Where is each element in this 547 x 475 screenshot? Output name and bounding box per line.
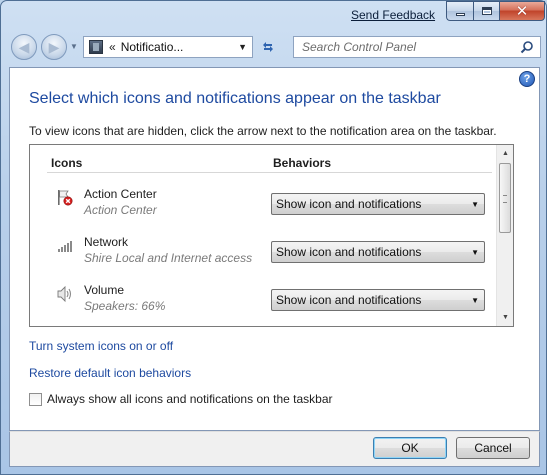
control-panel-icon (89, 40, 103, 54)
address-text: Notificatio... (120, 40, 184, 54)
scrollbar-thumb[interactable] (499, 163, 511, 233)
network-bars-icon (56, 237, 74, 255)
behavior-select-value: Show icon and notifications (276, 197, 422, 211)
help-icon[interactable]: ? (519, 71, 535, 87)
behavior-select-value: Show icon and notifications (276, 293, 422, 307)
content-pane: ? Select which icons and notifications a… (9, 67, 540, 431)
address-dropdown-icon[interactable]: ▼ (238, 42, 247, 52)
list-item-description: Action Center (84, 203, 157, 217)
window-frame: Send Feedback ✕ ◀ ▶ ▼ « Notificatio... ▼ (0, 0, 547, 475)
speaker-icon (56, 285, 74, 303)
action-center-flag-icon (56, 189, 74, 207)
list-item-description: Speakers: 66% (84, 299, 166, 313)
search-box[interactable] (293, 36, 541, 58)
forward-arrow-icon: ▶ (48, 38, 60, 55)
maximize-icon (481, 7, 492, 15)
always-show-checkbox[interactable] (29, 392, 42, 406)
navigation-bar: ◀ ▶ ▼ « Notificatio... ▼ (9, 33, 541, 61)
address-bar[interactable]: « Notificatio... ▼ (83, 36, 253, 58)
behavior-select-value: Show icon and notifications (276, 245, 422, 259)
list-item-name: Network (84, 235, 129, 249)
forward-button[interactable]: ▶ (41, 34, 67, 60)
behavior-select[interactable]: Show icon and notifications ▼ (271, 193, 485, 215)
behaviors-column-header: Behaviors (273, 156, 332, 170)
dialog-footer: OK Cancel (9, 431, 540, 467)
caption-buttons: ✕ (446, 1, 545, 22)
chevron-down-icon: ▼ (471, 199, 479, 209)
list-item-network: Network Shire Local and Internet access … (30, 235, 500, 283)
refresh-button[interactable] (257, 36, 279, 58)
icons-column-header: Icons (51, 156, 83, 170)
page-title: Select which icons and notifications app… (29, 90, 441, 107)
list-item-name: Action Center (84, 187, 157, 201)
send-feedback-link[interactable]: Send Feedback (351, 8, 435, 22)
notification-icons-list: Icons Behaviors Action Center Action Cen… (29, 144, 514, 327)
back-button[interactable]: ◀ (11, 34, 37, 60)
search-icon[interactable] (520, 40, 540, 54)
close-icon: ✕ (515, 2, 529, 20)
scroll-down-icon[interactable]: ▼ (497, 309, 513, 326)
behavior-select[interactable]: Show icon and notifications ▼ (271, 289, 485, 311)
list-item-description: Shire Local and Internet access (84, 251, 253, 265)
always-show-option[interactable]: Always show all icons and notifications … (29, 392, 333, 406)
search-input[interactable] (302, 40, 520, 54)
turn-system-icons-link[interactable]: Turn system icons on or off (29, 339, 173, 353)
list-scrollbar[interactable]: ▲ ▼ (496, 145, 513, 326)
address-overflow-chevron[interactable]: « (109, 40, 116, 54)
chevron-down-icon: ▼ (471, 295, 479, 305)
header-divider (47, 172, 492, 173)
list-item-name: Volume (84, 283, 125, 297)
close-button[interactable]: ✕ (499, 1, 545, 21)
cancel-button[interactable]: Cancel (456, 437, 530, 459)
behavior-select[interactable]: Show icon and notifications ▼ (271, 241, 485, 263)
recent-pages-dropdown-icon[interactable]: ▼ (70, 42, 78, 51)
back-arrow-icon: ◀ (18, 38, 30, 55)
maximize-button[interactable] (473, 1, 499, 21)
minimize-button[interactable] (446, 1, 473, 21)
list-item-action-center: Action Center Action Center Show icon an… (30, 187, 500, 235)
list-item-volume: Volume Speakers: 66% Show icon and notif… (30, 283, 500, 326)
restore-defaults-link[interactable]: Restore default icon behaviors (29, 366, 191, 380)
always-show-label[interactable]: Always show all icons and notifications … (47, 392, 333, 406)
scroll-up-icon[interactable]: ▲ (497, 145, 513, 162)
refresh-icon (263, 42, 273, 52)
minimize-icon (455, 12, 465, 16)
ok-button[interactable]: OK (373, 437, 447, 459)
page-intro: To view icons that are hidden, click the… (29, 124, 497, 138)
chevron-down-icon: ▼ (471, 247, 479, 257)
